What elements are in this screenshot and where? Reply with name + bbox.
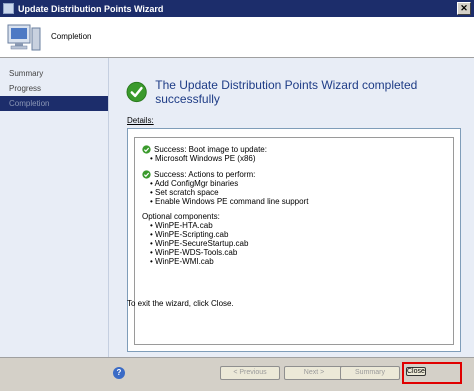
previous-button[interactable]: < Previous bbox=[220, 366, 280, 380]
details-heading: Optional components: bbox=[142, 212, 220, 221]
details-section: Success: Actions to perform: • Add Confi… bbox=[142, 169, 447, 206]
title-bar: Update Distribution Points Wizard ✕ bbox=[0, 0, 474, 17]
success-row: The Update Distribution Points Wizard co… bbox=[126, 78, 474, 106]
window-close-button[interactable]: ✕ bbox=[457, 2, 471, 15]
wizard-footer: ? < Previous Next > Summary Close bbox=[0, 357, 474, 391]
details-label: Details: bbox=[127, 116, 154, 125]
details-heading: Success: Boot image to update: bbox=[154, 144, 267, 154]
list-item: • WinPE-WDS-Tools.cab bbox=[150, 248, 238, 257]
details-section: Optional components: • WinPE-HTA.cab • W… bbox=[142, 212, 447, 266]
wizard-icon bbox=[3, 3, 14, 14]
details-section: Success: Boot image to update: • Microso… bbox=[142, 144, 447, 163]
computer-icon bbox=[7, 24, 41, 51]
list-item: • Microsoft Windows PE (x86) bbox=[150, 154, 256, 163]
list-item: • WinPE-SecureStartup.cab bbox=[150, 239, 249, 248]
close-button[interactable]: Close bbox=[406, 367, 426, 376]
list-item: • Set scratch space bbox=[150, 188, 219, 197]
success-check-icon bbox=[142, 144, 151, 154]
exit-instructions: To exit the wizard, click Close. bbox=[127, 299, 234, 308]
success-check-icon bbox=[142, 169, 151, 179]
main-panel: The Update Distribution Points Wizard co… bbox=[109, 58, 474, 357]
page-title: Completion bbox=[51, 32, 92, 41]
sidebar-item-progress: Progress bbox=[9, 84, 42, 93]
list-item: • WinPE-WMI.cab bbox=[150, 257, 214, 266]
wizard-header: Completion bbox=[0, 17, 474, 58]
success-message: The Update Distribution Points Wizard co… bbox=[155, 78, 418, 106]
summary-button[interactable]: Summary bbox=[340, 366, 400, 380]
details-box[interactable]: Success: Boot image to update: • Microso… bbox=[127, 128, 461, 352]
success-check-icon bbox=[126, 81, 147, 103]
list-item: • Add ConfigMgr binaries bbox=[150, 179, 239, 188]
help-icon[interactable]: ? bbox=[113, 367, 125, 379]
sidebar-item-summary: Summary bbox=[9, 69, 44, 78]
details-heading: Success: Actions to perform: bbox=[154, 169, 256, 179]
close-button-highlight: Close bbox=[402, 362, 462, 384]
window-title: Update Distribution Points Wizard bbox=[18, 3, 164, 14]
next-button[interactable]: Next > bbox=[284, 366, 344, 380]
sidebar-item-completion: Completion bbox=[0, 96, 108, 111]
list-item: • WinPE-HTA.cab bbox=[150, 221, 213, 230]
list-item: • Enable Windows PE command line support bbox=[150, 197, 309, 206]
details-content: Success: Boot image to update: • Microso… bbox=[134, 137, 454, 345]
wizard-sidebar: Summary Progress Completion bbox=[0, 58, 109, 357]
list-item: • WinPE-Scripting.cab bbox=[150, 230, 229, 239]
